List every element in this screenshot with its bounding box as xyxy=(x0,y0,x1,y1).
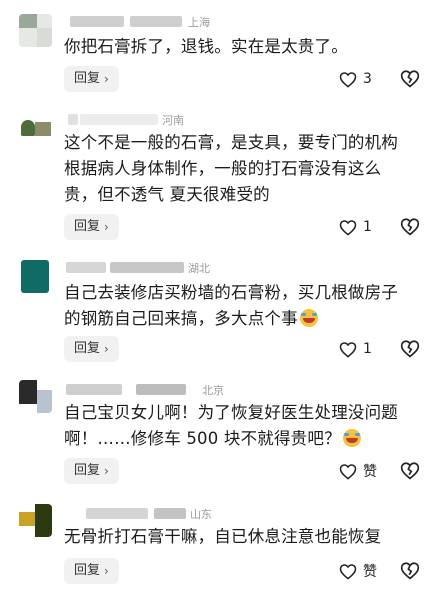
comment-text-line: 啊！……修修车 500 块不就得贵吧？ xyxy=(64,426,424,452)
comment-item: 上海 你把石膏拆了，退钱。实在是太贵了。 回复 › 3 xyxy=(0,0,438,100)
dislike-button[interactable] xyxy=(400,69,420,89)
heart-outline-icon xyxy=(339,563,357,580)
like-count: 赞 xyxy=(363,564,377,580)
comment-text-line: 无骨折打石膏干嘛，自已休息注意也能恢复 xyxy=(64,527,382,546)
like-button[interactable]: 1 xyxy=(339,216,372,238)
laughing-crying-emoji-icon xyxy=(299,309,318,327)
laughing-crying-emoji-icon xyxy=(342,429,361,447)
like-button[interactable]: 3 xyxy=(339,68,372,90)
like-count: 1 xyxy=(363,219,372,235)
reply-label: 回复 xyxy=(74,341,101,356)
like-button[interactable]: 赞 xyxy=(339,460,377,482)
reply-label: 回复 xyxy=(74,463,101,478)
comment-meta: 山东 xyxy=(64,506,364,522)
comment-text-line: 贵，但不透气 夏天很难受的 xyxy=(64,185,270,204)
comment-location: 上海 xyxy=(188,16,210,29)
reply-button[interactable]: 回复 › xyxy=(64,214,119,240)
comment-text-line: 根据病人身体制作，一般的打石膏没有这么 xyxy=(64,159,382,178)
reply-button[interactable]: 回复 › xyxy=(64,458,119,484)
like-count: 1 xyxy=(363,341,372,357)
reply-label: 回复 xyxy=(74,219,101,234)
username-redacted xyxy=(70,16,124,27)
date-redacted xyxy=(154,508,186,519)
username-redacted xyxy=(86,508,148,519)
comment-text: 你把石膏拆了，退钱。实在是太贵了。 xyxy=(64,34,424,60)
comment-text: 这个不是一般的石膏，是支具，要专门的机构 根据病人身体制作，一般的打石膏没有这么… xyxy=(64,130,424,208)
date-redacted xyxy=(136,384,186,395)
reply-button[interactable]: 回复 › xyxy=(64,558,119,584)
date-redacted xyxy=(110,262,184,273)
comment-item: 山东 无骨折打石膏干嘛，自已休息注意也能恢复 回复 › 赞 xyxy=(0,492,438,600)
chevron-right-icon: › xyxy=(104,564,109,578)
avatar[interactable] xyxy=(19,114,52,147)
comment-text-line: 自己宝贝女儿啊！为了恢复好医生处理没问题 xyxy=(64,403,398,422)
date-redacted xyxy=(80,114,158,125)
username-redacted xyxy=(68,114,78,125)
heart-outline-icon xyxy=(339,463,357,480)
comment-text-segment: 啊！……修修车 500 块不就得贵吧？ xyxy=(64,429,341,448)
like-count: 3 xyxy=(363,71,372,87)
comment-text-segment: 的钢筋自己回来搞，多大点个事 xyxy=(64,309,298,328)
comment-text: 自己去装修店买粉墙的石膏粉，买几根做房子 的钢筋自己回来搞，多大点个事 xyxy=(64,280,424,332)
comment-meta: 河南 xyxy=(64,112,364,128)
avatar[interactable] xyxy=(19,504,52,537)
broken-heart-icon xyxy=(400,562,420,580)
dislike-button[interactable] xyxy=(400,339,420,359)
chevron-right-icon: › xyxy=(104,220,109,234)
broken-heart-icon xyxy=(400,218,420,236)
heart-outline-icon xyxy=(339,71,357,88)
avatar[interactable] xyxy=(19,260,52,293)
comment-meta: 湖北 xyxy=(64,260,364,276)
reply-label: 回复 xyxy=(74,71,101,86)
broken-heart-icon xyxy=(400,462,420,480)
like-button[interactable]: 1 xyxy=(339,338,372,360)
broken-heart-icon xyxy=(400,340,420,358)
comment-meta: 北京 xyxy=(64,382,364,398)
chevron-right-icon: › xyxy=(104,464,109,478)
comment-item: 河南 这个不是一般的石膏，是支具，要专门的机构 根据病人身体制作，一般的打石膏没… xyxy=(0,100,438,248)
comment-text-line: 的钢筋自己回来搞，多大点个事 xyxy=(64,306,424,332)
dislike-button[interactable] xyxy=(400,561,420,581)
comment-item: 湖北 自己去装修店买粉墙的石膏粉，买几根做房子 的钢筋自己回来搞，多大点个事 回… xyxy=(0,248,438,370)
comment-meta: 上海 xyxy=(64,14,364,30)
reply-button[interactable]: 回复 › xyxy=(64,336,119,362)
comment-location: 河南 xyxy=(162,114,184,127)
reply-label: 回复 xyxy=(74,563,101,578)
date-redacted xyxy=(130,16,182,27)
like-button[interactable]: 赞 xyxy=(339,560,377,582)
avatar[interactable] xyxy=(19,380,52,413)
comment-location: 湖北 xyxy=(188,262,210,275)
chevron-right-icon: › xyxy=(104,72,109,86)
heart-outline-icon xyxy=(339,219,357,236)
comment-text-line: 这个不是一般的石膏，是支具，要专门的机构 xyxy=(64,133,398,152)
username-redacted xyxy=(66,384,122,395)
like-count: 赞 xyxy=(363,464,377,480)
comment-text-line: 自己去装修店买粉墙的石膏粉，买几根做房子 xyxy=(64,283,398,302)
heart-outline-icon xyxy=(339,341,357,358)
username-redacted xyxy=(66,262,106,273)
comment-text: 无骨折打石膏干嘛，自已休息注意也能恢复 xyxy=(64,524,424,550)
dislike-button[interactable] xyxy=(400,217,420,237)
comment-text: 自己宝贝女儿啊！为了恢复好医生处理没问题 啊！……修修车 500 块不就得贵吧？ xyxy=(64,400,424,452)
comment-location: 北京 xyxy=(202,384,224,397)
comment-text-line: 你把石膏拆了，退钱。实在是太贵了。 xyxy=(64,37,348,56)
avatar[interactable] xyxy=(19,14,52,47)
chevron-right-icon: › xyxy=(104,342,109,356)
dislike-button[interactable] xyxy=(400,461,420,481)
reply-button[interactable]: 回复 › xyxy=(64,66,119,92)
comment-location: 山东 xyxy=(190,508,212,521)
broken-heart-icon xyxy=(400,70,420,88)
comment-item: 北京 自己宝贝女儿啊！为了恢复好医生处理没问题 啊！……修修车 500 块不就得… xyxy=(0,370,438,492)
